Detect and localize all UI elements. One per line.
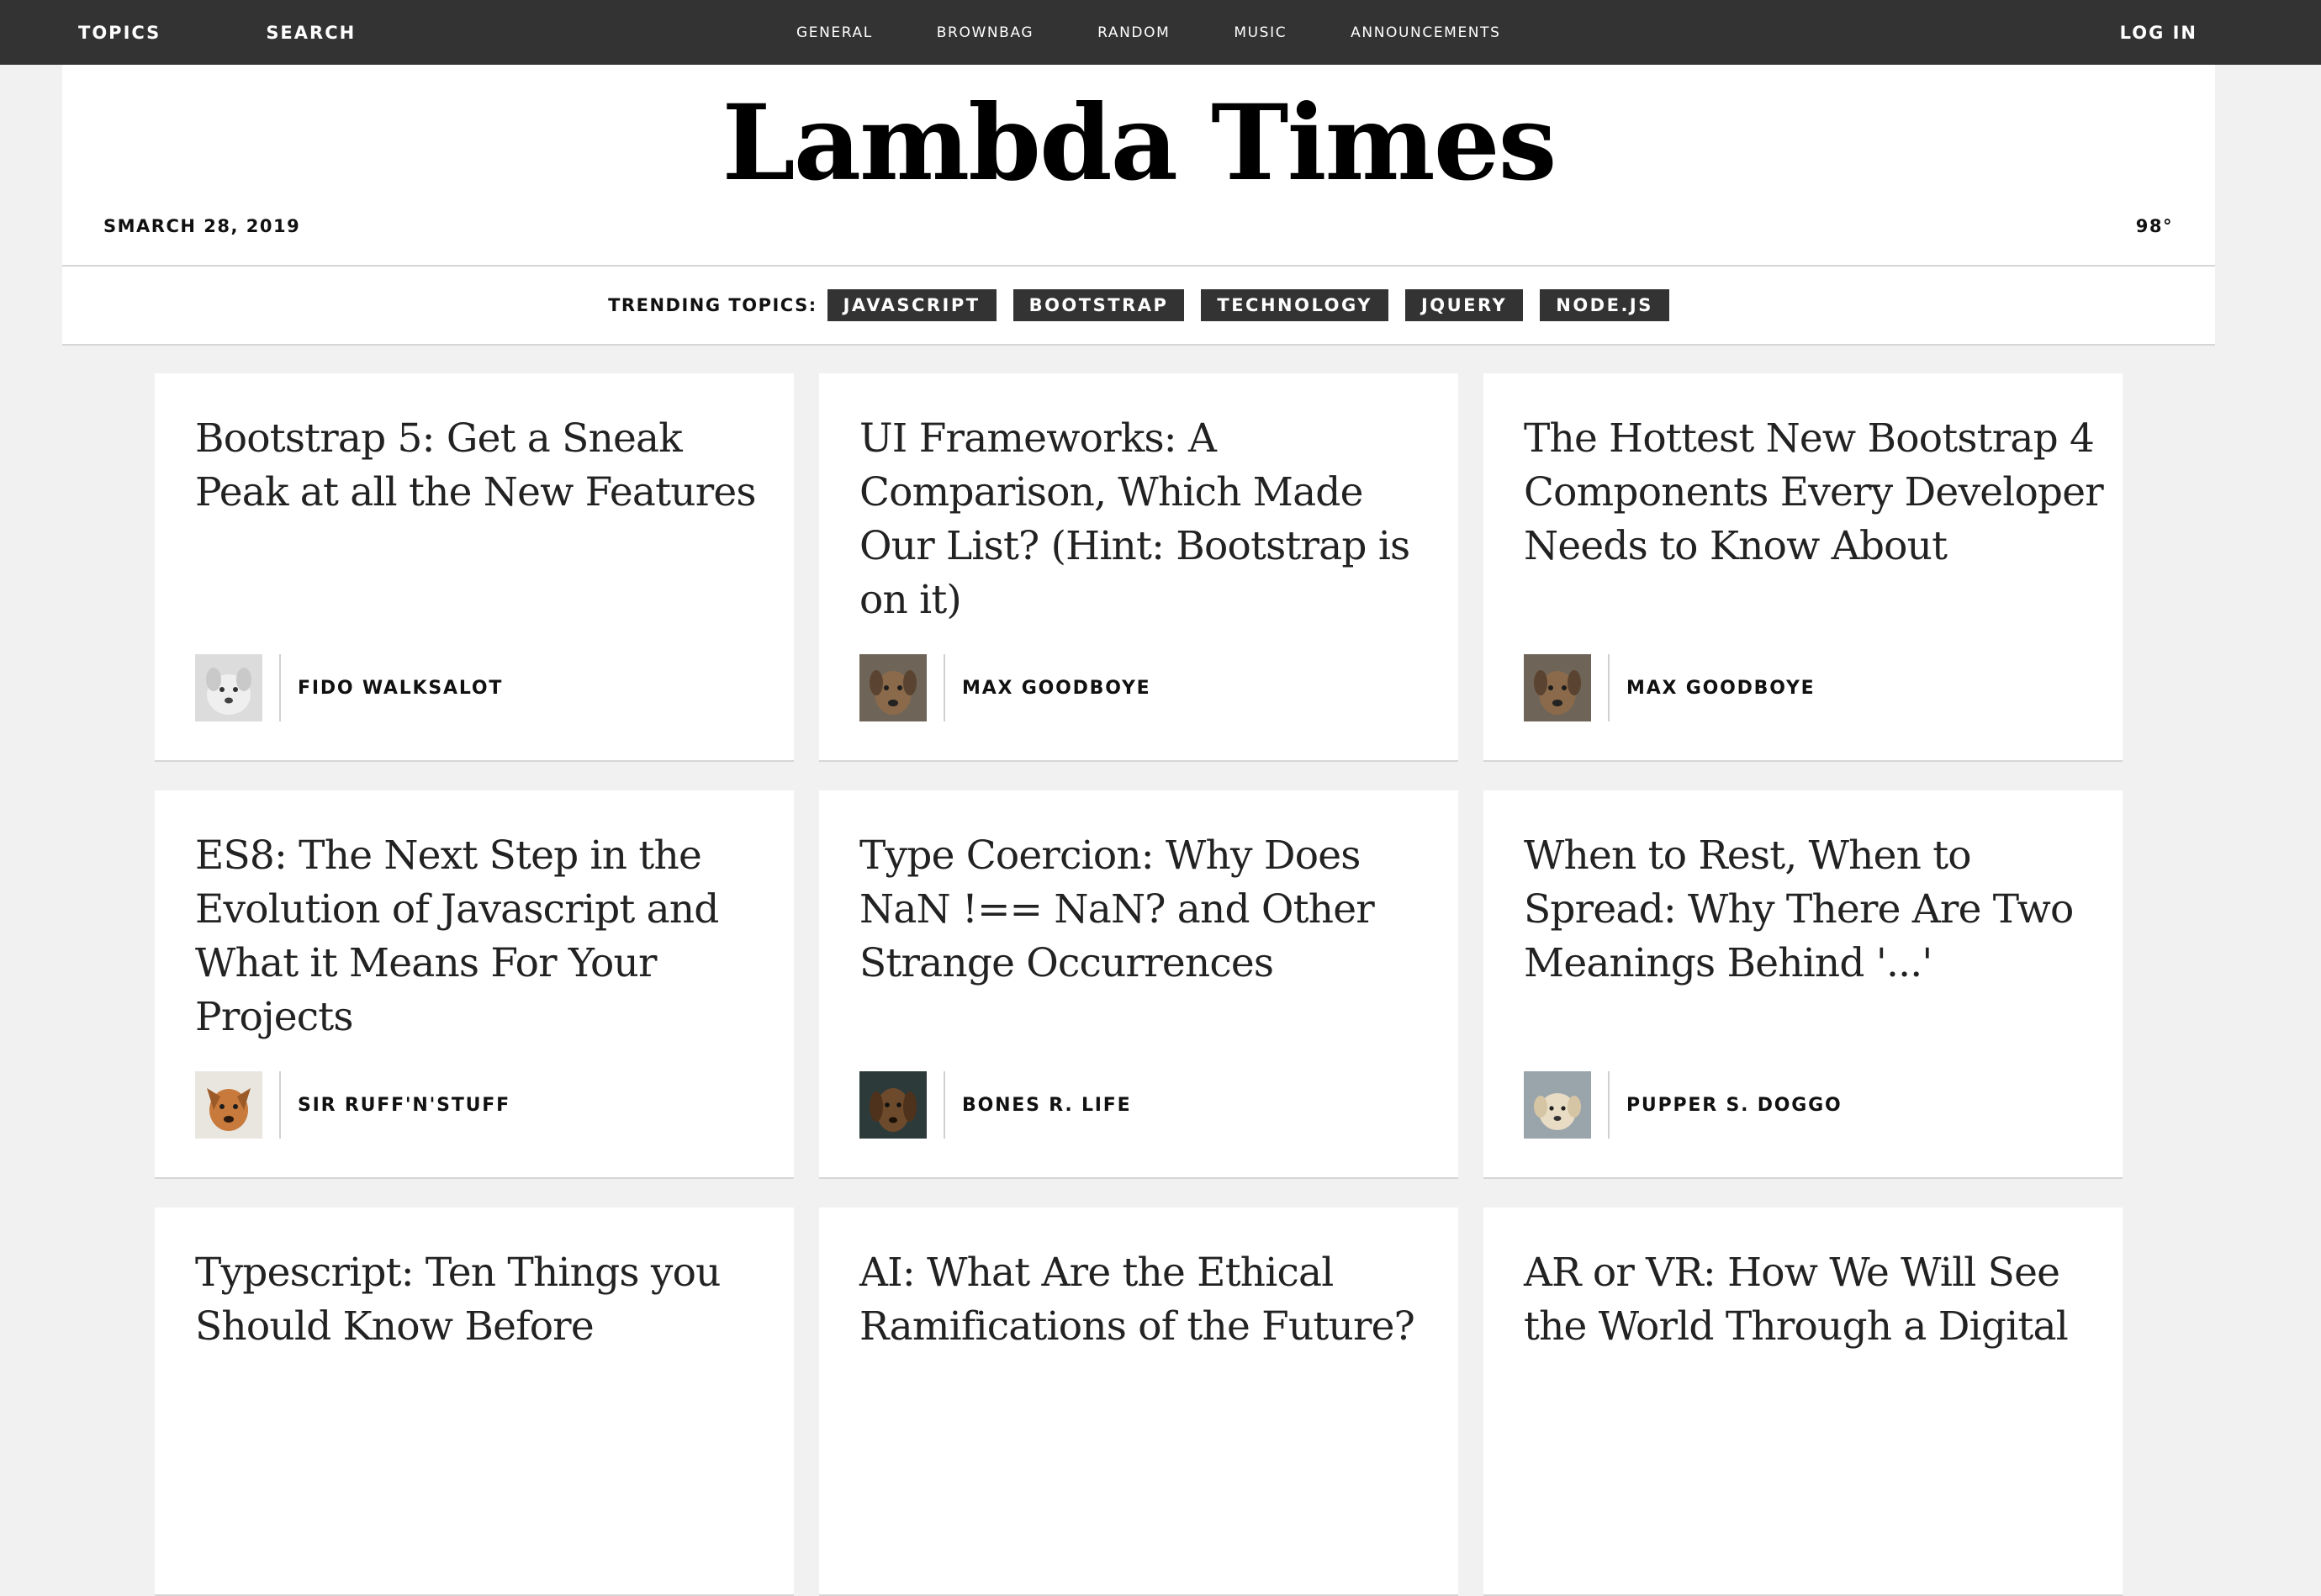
nav-left: TOPICS SEARCH — [78, 0, 356, 65]
article-author: SIR RUFF'N'STUFF — [195, 1071, 510, 1139]
article-card[interactable]: AR or VR: How We Will See the World Thro… — [1483, 1208, 2123, 1596]
dog-avatar-icon — [1524, 1071, 1591, 1139]
article-author: MAX GOODBOYE — [859, 654, 1151, 721]
header-date: SMARCH 28, 2019 — [103, 216, 301, 236]
author-name[interactable]: MAX GOODBOYE — [1626, 678, 1816, 699]
article-author: PUPPER S. DOGGO — [1524, 1071, 1843, 1139]
article-headline: Type Coercion: Why Does NaN !== NaN? and… — [859, 832, 1375, 986]
trending-tag-technology[interactable]: TECHNOLOGY — [1201, 289, 1388, 321]
author-divider — [944, 654, 945, 721]
article-card[interactable]: Type Coercion: Why Does NaN !== NaN? and… — [819, 790, 1458, 1179]
search-link[interactable]: SEARCH — [266, 23, 356, 43]
trending-topics-bar: TRENDING TOPICS: JAVASCRIPT BOOTSTRAP TE… — [62, 267, 2215, 346]
author-divider — [1608, 654, 1610, 721]
author-divider — [279, 1071, 281, 1139]
author-name[interactable]: FIDO WALKSALOT — [298, 678, 503, 699]
article-cards: Bootstrap 5: Get a Sneak Peak at all the… — [155, 373, 2123, 1596]
article-card[interactable]: Bootstrap 5: Get a Sneak Peak at all the… — [155, 373, 794, 762]
topic-tabs: GENERAL BROWNBAG RANDOM MUSIC ANNOUNCEME… — [796, 0, 1501, 65]
tab-random[interactable]: RANDOM — [1097, 24, 1170, 41]
header: Lambda Times SMARCH 28, 2019 98° — [62, 65, 2215, 267]
author-name[interactable]: SIR RUFF'N'STUFF — [298, 1095, 510, 1116]
top-nav-bar: TOPICS SEARCH GENERAL BROWNBAG RANDOM MU… — [0, 0, 2321, 65]
login-link[interactable]: LOG IN — [2120, 23, 2197, 43]
article-card[interactable]: ES8: The Next Step in the Evolution of J… — [155, 790, 794, 1179]
article-headline: When to Rest, When to Spread: Why There … — [1524, 832, 2074, 986]
trending-tag-nodejs[interactable]: NODE.JS — [1540, 289, 1669, 321]
nav-right: LOG IN — [2120, 0, 2197, 65]
article-headline: ES8: The Next Step in the Evolution of J… — [195, 832, 719, 1040]
trending-tag-jquery[interactable]: JQUERY — [1404, 289, 1524, 321]
dog-avatar-icon — [1524, 654, 1591, 721]
site-title: Lambda Times — [722, 82, 1557, 204]
article-headline: AR or VR: How We Will See the World Thro… — [1524, 1250, 2069, 1350]
article-author: MAX GOODBOYE — [1524, 654, 1816, 721]
trending-label: TRENDING TOPICS: — [608, 295, 817, 315]
tab-music[interactable]: MUSIC — [1234, 24, 1287, 41]
trending-tag-bootstrap[interactable]: BOOTSTRAP — [1012, 289, 1185, 321]
article-headline: UI Frameworks: A Comparison, Which Made … — [859, 415, 1410, 623]
article-headline: AI: What Are the Ethical Ramifications o… — [859, 1250, 1415, 1350]
author-divider — [1608, 1071, 1610, 1139]
tab-general[interactable]: GENERAL — [796, 24, 873, 41]
article-card[interactable]: The Hottest New Bootstrap 4 Components E… — [1483, 373, 2123, 762]
dog-avatar-icon — [195, 1071, 262, 1139]
article-headline: The Hottest New Bootstrap 4 Components E… — [1524, 415, 2104, 569]
tab-announcements[interactable]: ANNOUNCEMENTS — [1351, 24, 1500, 41]
author-name[interactable]: PUPPER S. DOGGO — [1626, 1095, 1843, 1116]
article-author: BONES R. LIFE — [859, 1071, 1131, 1139]
dog-avatar-icon — [859, 654, 927, 721]
article-card[interactable]: Typescript: Ten Things you Should Know B… — [155, 1208, 794, 1596]
article-card[interactable]: UI Frameworks: A Comparison, Which Made … — [819, 373, 1458, 762]
article-headline: Bootstrap 5: Get a Sneak Peak at all the… — [195, 415, 757, 515]
trending-tag-javascript[interactable]: JAVASCRIPT — [827, 289, 997, 321]
article-card[interactable]: AI: What Are the Ethical Ramifications o… — [819, 1208, 1458, 1596]
topics-link[interactable]: TOPICS — [78, 23, 161, 43]
author-divider — [944, 1071, 945, 1139]
author-divider — [279, 654, 281, 721]
dog-avatar-icon — [859, 1071, 927, 1139]
header-temperature: 98° — [2135, 216, 2173, 236]
article-card[interactable]: When to Rest, When to Spread: Why There … — [1483, 790, 2123, 1179]
article-author: FIDO WALKSALOT — [195, 654, 503, 721]
tab-brownbag[interactable]: BROWNBAG — [937, 24, 1034, 41]
dog-avatar-icon — [195, 654, 262, 721]
author-name[interactable]: BONES R. LIFE — [962, 1095, 1131, 1116]
author-name[interactable]: MAX GOODBOYE — [962, 678, 1151, 699]
trending-tags: JAVASCRIPT BOOTSTRAP TECHNOLOGY JQUERY N… — [827, 289, 1669, 321]
article-headline: Typescript: Ten Things you Should Know B… — [195, 1250, 721, 1350]
